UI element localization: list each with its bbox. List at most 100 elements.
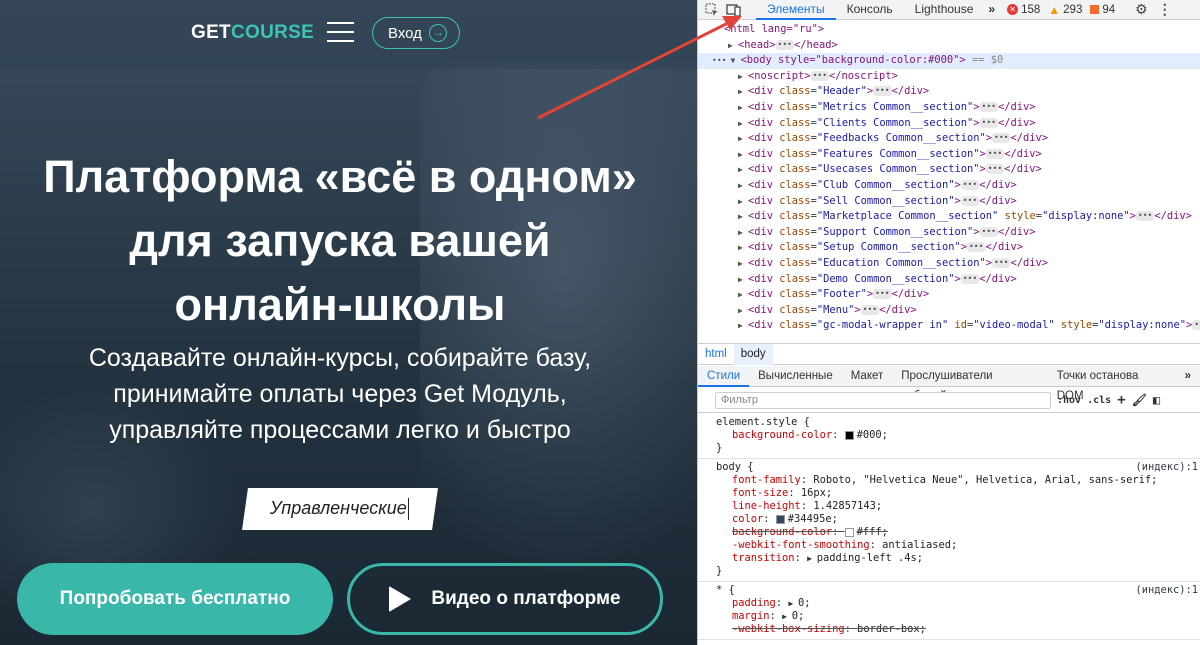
collapsed-ellipsis-icon[interactable]: ••• [1192, 320, 1200, 331]
getcourse-logo[interactable]: GETCOURSE [191, 22, 314, 44]
collapsed-ellipsis-icon[interactable]: ••• [985, 164, 1005, 175]
color-swatch-icon[interactable] [844, 527, 854, 537]
collapsed-ellipsis-icon[interactable]: ••• [960, 179, 980, 190]
expand-triangle-icon[interactable]: ▶ [738, 240, 748, 256]
try-free-button[interactable]: Попробовать бесплатно [17, 563, 333, 635]
expand-triangle-icon[interactable]: ▶ [738, 318, 748, 334]
more-options-icon[interactable]: ⋮ [1158, 1, 1172, 18]
color-swatch-icon[interactable] [775, 514, 785, 524]
dom-node-div[interactable]: ▶ <div class="Sell Common__section"> ••• </… [698, 194, 1200, 210]
expand-triangle-icon[interactable]: ▶ [738, 131, 748, 147]
collapsed-ellipsis-icon[interactable]: ••• [992, 133, 1011, 144]
breadcrumb-body[interactable]: body [733, 343, 773, 365]
tab-event-listeners[interactable]: Прослушиватели событий [892, 366, 1047, 402]
style-declaration[interactable]: line-height: 1.42857143; [716, 500, 1200, 513]
dom-node-noscript[interactable]: ▶ <noscript> ••• </noscript> [698, 69, 1200, 85]
style-declaration[interactable]: font-size: 16px; [716, 487, 1200, 500]
expand-triangle-icon[interactable]: ▶ [728, 38, 738, 54]
tab-styles[interactable]: Стили [698, 366, 750, 387]
dom-node-div[interactable]: ▶ <div class="Demo Common__section"> ••• </… [698, 272, 1200, 288]
node-actions-icon[interactable]: ••• [712, 56, 726, 65]
dom-node-body[interactable]: ••• ▼ <body style="background-color:#000">… [698, 53, 1200, 69]
tab-elements[interactable]: Элементы [756, 0, 836, 20]
styles-filter-input[interactable]: Фильтр [715, 391, 1051, 409]
collapsed-ellipsis-icon[interactable]: ••• [860, 304, 880, 315]
collapsed-ellipsis-icon[interactable]: ••• [985, 148, 1005, 159]
collapsed-ellipsis-icon[interactable]: ••• [960, 195, 980, 206]
errors-badge[interactable]: ✕ 158 [1007, 4, 1040, 16]
device-toolbar-icon[interactable] [726, 2, 742, 18]
dom-node-div[interactable]: ▶ <div class="Feedbacks Common__section">… [698, 131, 1200, 147]
expand-triangle-icon[interactable]: ▶ [807, 554, 817, 563]
dom-node-div[interactable]: ▶ <div class="gc-modal-wrapper in" id="vi… [698, 318, 1200, 334]
expand-triangle-icon[interactable]: ▶ [738, 162, 748, 178]
settings-gear-icon[interactable]: ⚙ [1135, 1, 1148, 18]
dom-node-div[interactable]: ▶ <div class="Metrics Common__section"> ••… [698, 100, 1200, 116]
rule-source-link[interactable]: (индекс):1 [1135, 584, 1198, 597]
more-tabs-icon[interactable]: » [984, 0, 999, 20]
expand-triangle-icon[interactable]: ▶ [738, 287, 748, 303]
dom-node-div[interactable]: ▶ <div class="Education Common__section">… [698, 256, 1200, 272]
tab-console[interactable]: Консоль [836, 0, 904, 20]
collapsed-ellipsis-icon[interactable]: ••• [873, 86, 892, 97]
collapsed-ellipsis-icon[interactable]: ••• [979, 226, 998, 237]
expand-triangle-icon[interactable]: ▶ [788, 599, 798, 608]
color-swatch-icon[interactable] [844, 430, 854, 440]
style-declaration[interactable]: -webkit-box-sizing: border-box; [716, 623, 1200, 636]
tab-lighthouse[interactable]: Lighthouse [904, 0, 985, 20]
expand-triangle-icon[interactable]: ▶ [738, 178, 748, 194]
tab-dom-breakpoints[interactable]: Точки останова DOM [1048, 366, 1176, 402]
dom-node-div[interactable]: ▶ <div class="Footer"> ••• </div> [698, 287, 1200, 303]
dom-node-head[interactable]: ▶ <head> ••• </head> [698, 38, 1200, 54]
dom-node-div[interactable]: ▶ <div class="Marketplace Common__section… [698, 209, 1200, 225]
breadcrumb-html[interactable]: html [698, 344, 734, 365]
dom-node-div[interactable]: ▶ <div class="Header"> ••• </div> [698, 84, 1200, 100]
tab-computed[interactable]: Вычисленные [749, 366, 842, 387]
expand-triangle-icon[interactable]: ▶ [738, 256, 748, 272]
style-declaration[interactable]: font-family: Roboto, "Helvetica Neue", H… [716, 474, 1200, 487]
collapsed-ellipsis-icon[interactable]: ••• [966, 242, 986, 253]
expand-triangle-icon[interactable]: ▶ [738, 147, 748, 163]
style-declaration[interactable]: padding: ▶ 0; [716, 597, 1200, 610]
style-declaration[interactable]: background-color: #fff; [716, 526, 1200, 539]
login-button[interactable]: Вход → [372, 17, 460, 49]
dom-node-div[interactable]: ▶ <div class="Menu"> ••• </div> [698, 303, 1200, 319]
expand-triangle-icon[interactable]: ▶ [782, 612, 792, 621]
collapsed-ellipsis-icon[interactable]: ••• [979, 101, 998, 112]
cls-toggle[interactable]: .cls [1087, 395, 1111, 406]
dom-node-div[interactable]: ▶ <div class="Setup Common__section"> ••• <… [698, 240, 1200, 256]
expand-triangle-icon[interactable]: ▶ [738, 194, 748, 210]
style-declaration[interactable]: background-color: #000; [716, 429, 1200, 442]
collapsed-ellipsis-icon[interactable]: ••• [960, 273, 980, 284]
dom-node-div[interactable]: ▶ <div class="Clients Common__section"> ••… [698, 116, 1200, 132]
style-declaration[interactable]: -webkit-font-smoothing: antialiased; [716, 539, 1200, 552]
expand-triangle-icon[interactable]: ▶ [738, 303, 748, 319]
dom-node-html[interactable]: <html lang="ru"> [698, 22, 1200, 38]
dom-node-div[interactable]: ▶ <div class="Club Common__section"> ••• </… [698, 178, 1200, 194]
inspect-element-icon[interactable] [704, 2, 720, 18]
dom-node-div[interactable]: ▶ <div class="Features Common__section"> •… [698, 147, 1200, 163]
dom-node-div[interactable]: ▶ <div class="Support Common__section"> ••… [698, 225, 1200, 241]
style-declaration[interactable]: transition: ▶ padding-left .4s; [716, 552, 1200, 565]
collapsed-ellipsis-icon[interactable]: ••• [775, 39, 794, 50]
paint-icon[interactable]: 🖌 [1132, 393, 1147, 407]
collapsed-ellipsis-icon[interactable]: ••• [992, 257, 1011, 268]
video-button[interactable]: Видео о платформе [347, 563, 663, 635]
expand-triangle-icon[interactable]: ▶ [738, 116, 748, 132]
expand-triangle-icon[interactable]: ▶ [738, 100, 748, 116]
collapsed-ellipsis-icon[interactable]: ••• [1135, 211, 1155, 222]
style-declaration[interactable]: margin: ▶ 0; [716, 610, 1200, 623]
collapsed-ellipsis-icon[interactable]: ••• [873, 289, 892, 300]
style-declaration[interactable]: color: #34495e; [716, 513, 1200, 526]
tab-layout[interactable]: Макет [842, 366, 893, 387]
expand-triangle-icon[interactable]: ▶ [738, 225, 748, 241]
collapse-triangle-icon[interactable]: ▼ [730, 53, 740, 69]
more-subtabs-icon[interactable]: » [1176, 366, 1200, 387]
sidebar-toggle-icon[interactable]: ◧ [1153, 393, 1160, 407]
warnings-badge[interactable]: ▲ 293 [1048, 3, 1082, 17]
expand-triangle-icon[interactable]: ▶ [738, 272, 748, 288]
expand-triangle-icon[interactable]: ▶ [738, 209, 748, 225]
collapsed-ellipsis-icon[interactable]: ••• [810, 70, 830, 81]
info-badge[interactable]: 94 [1090, 4, 1115, 16]
expand-triangle-icon[interactable]: ▶ [738, 84, 748, 100]
